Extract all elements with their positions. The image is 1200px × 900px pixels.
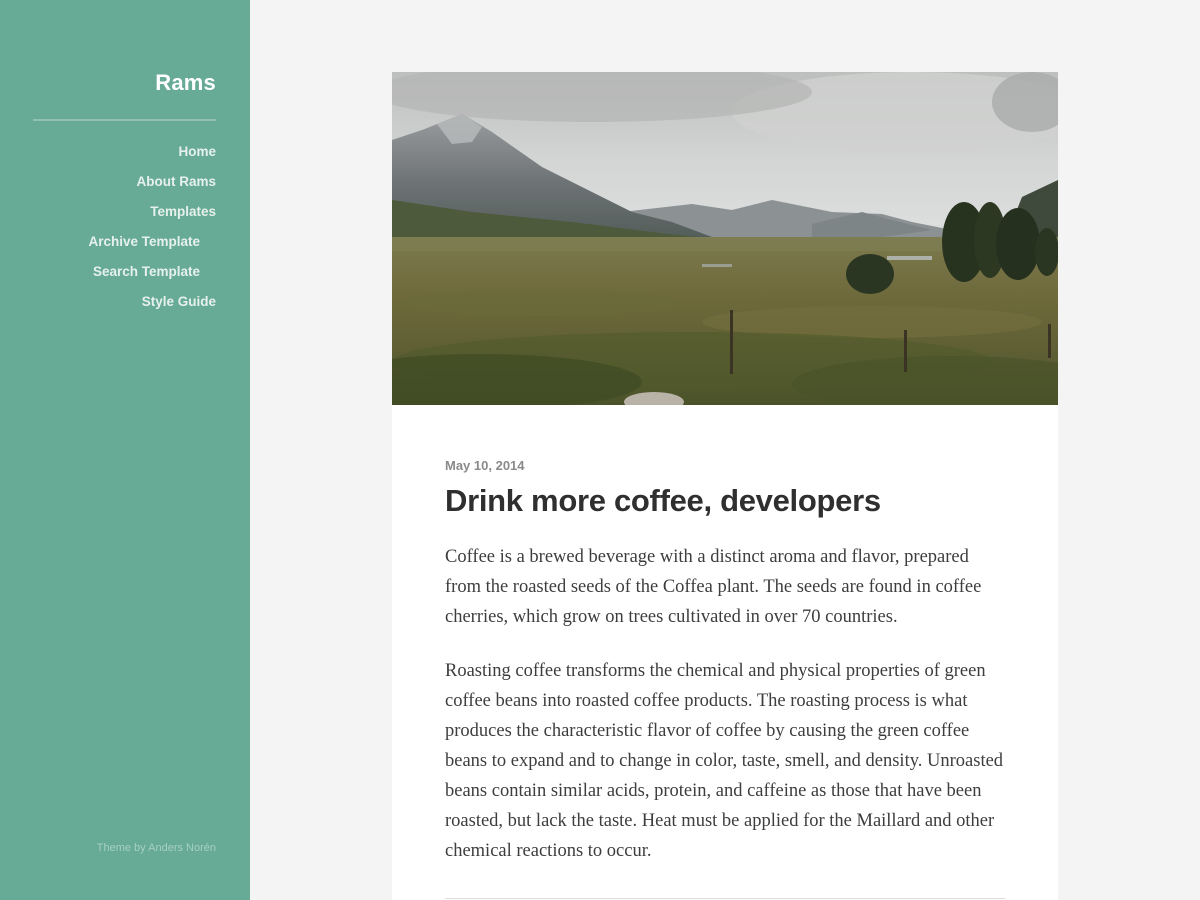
site-title-link[interactable]: Rams — [155, 70, 216, 96]
post-card: May 10, 2014 Drink more coffee, develope… — [392, 72, 1058, 900]
content-divider — [445, 898, 1005, 899]
sidebar-divider — [33, 119, 216, 121]
post-date[interactable]: May 10, 2014 — [445, 457, 1005, 475]
featured-image[interactable] — [392, 72, 1058, 405]
nav-link-home[interactable]: Home — [178, 142, 216, 162]
post-body: May 10, 2014 Drink more coffee, develope… — [392, 405, 1058, 866]
nav-link-search-template[interactable]: Search Template — [93, 262, 200, 282]
nav-link-about-rams[interactable]: About Rams — [136, 172, 216, 192]
post-paragraph-1: Coffee is a brewed beverage with a disti… — [445, 547, 982, 627]
nav-item-archive-template: Archive Template — [88, 232, 216, 262]
nav-link-templates[interactable]: Templates — [150, 202, 216, 222]
nav-link-style-guide[interactable]: Style Guide — [142, 292, 216, 312]
nav-item-about-rams: About Rams — [88, 172, 216, 202]
sidebar: Rams Home About Rams Templates Archive T… — [0, 0, 250, 900]
nav-item-templates: Templates — [88, 202, 216, 232]
landscape-image — [392, 72, 1058, 405]
nav-item-style-guide: Style Guide — [88, 292, 216, 322]
theme-credit-link[interactable]: Theme by Anders Norén — [97, 842, 216, 854]
main-navigation: Home About Rams Templates Archive Templa… — [88, 142, 216, 322]
nav-link-archive-template[interactable]: Archive Template — [88, 232, 200, 252]
nav-item-home: Home — [88, 142, 216, 172]
post-title: Drink more coffee, developers — [445, 483, 881, 518]
nav-item-search-template: Search Template — [88, 262, 216, 292]
post-paragraph-2: Roasting coffee transforms the chemical … — [445, 661, 1004, 861]
post-content: Coffee is a brewed beverage with a disti… — [445, 542, 1005, 866]
